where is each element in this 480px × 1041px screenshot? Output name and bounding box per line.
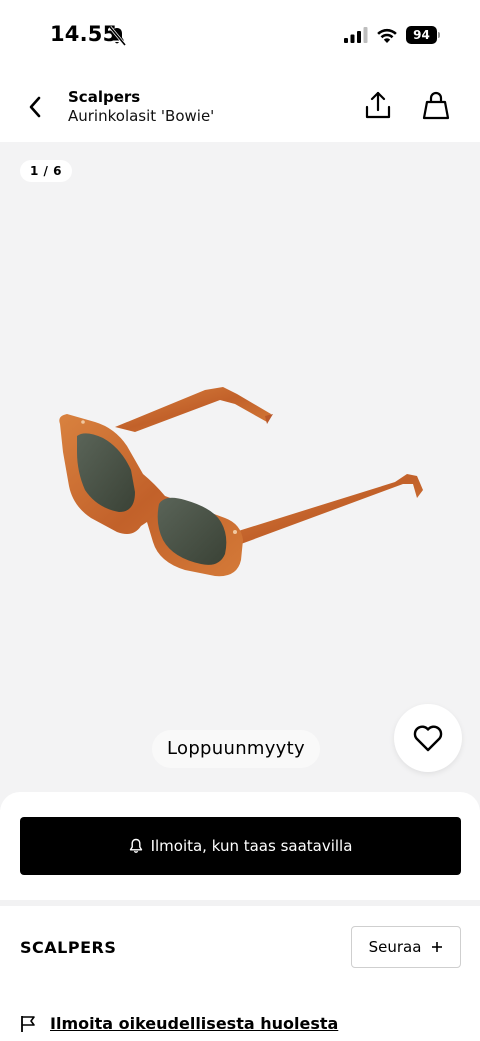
follow-brand-button[interactable]: Seuraa	[351, 926, 461, 968]
status-bar: 14.55 94	[0, 0, 480, 70]
sunglasses-image[interactable]	[55, 372, 425, 582]
follow-label: Seuraa	[368, 938, 422, 956]
battery-icon: 94	[406, 26, 440, 44]
product-name: Aurinkolasit 'Bowie'	[68, 107, 215, 125]
wishlist-button[interactable]	[394, 704, 462, 772]
report-label: Ilmoita oikeudellisesta huolesta	[50, 1014, 339, 1033]
sold-out-badge: Loppuunmyyty	[152, 730, 320, 768]
section-divider	[0, 900, 480, 906]
signal-icon	[344, 27, 368, 43]
notify-label: Ilmoita, kun taas saatavilla	[150, 837, 353, 855]
report-legal-concern-link[interactable]: Ilmoita oikeudellisesta huolesta	[20, 1014, 338, 1033]
battery-level: 94	[406, 26, 437, 44]
plus-icon	[432, 942, 443, 952]
share-icon[interactable]	[363, 90, 393, 122]
bell-icon	[129, 838, 142, 853]
shopping-bag-icon[interactable]	[421, 90, 451, 122]
flag-icon	[21, 1015, 35, 1032]
bell-off-icon	[108, 26, 126, 46]
battery-nub	[438, 32, 440, 38]
product-header: Scalpers Aurinkolasit 'Bowie'	[0, 70, 480, 142]
wifi-icon	[377, 28, 397, 43]
brand-section-title: SCALPERS	[20, 938, 117, 957]
notify-when-available-button[interactable]: Ilmoita, kun taas saatavilla	[20, 817, 461, 875]
brand-name[interactable]: Scalpers	[68, 88, 140, 106]
back-arrow-icon	[29, 96, 41, 118]
product-actions-sheet: Ilmoita, kun taas saatavilla SCALPERS Se…	[0, 792, 480, 1041]
image-counter: 1 / 6	[20, 160, 72, 182]
back-button[interactable]	[20, 90, 50, 124]
product-gallery[interactable]: 1 / 6 Loppuunmyyty	[0, 142, 480, 810]
heart-icon	[413, 725, 443, 752]
